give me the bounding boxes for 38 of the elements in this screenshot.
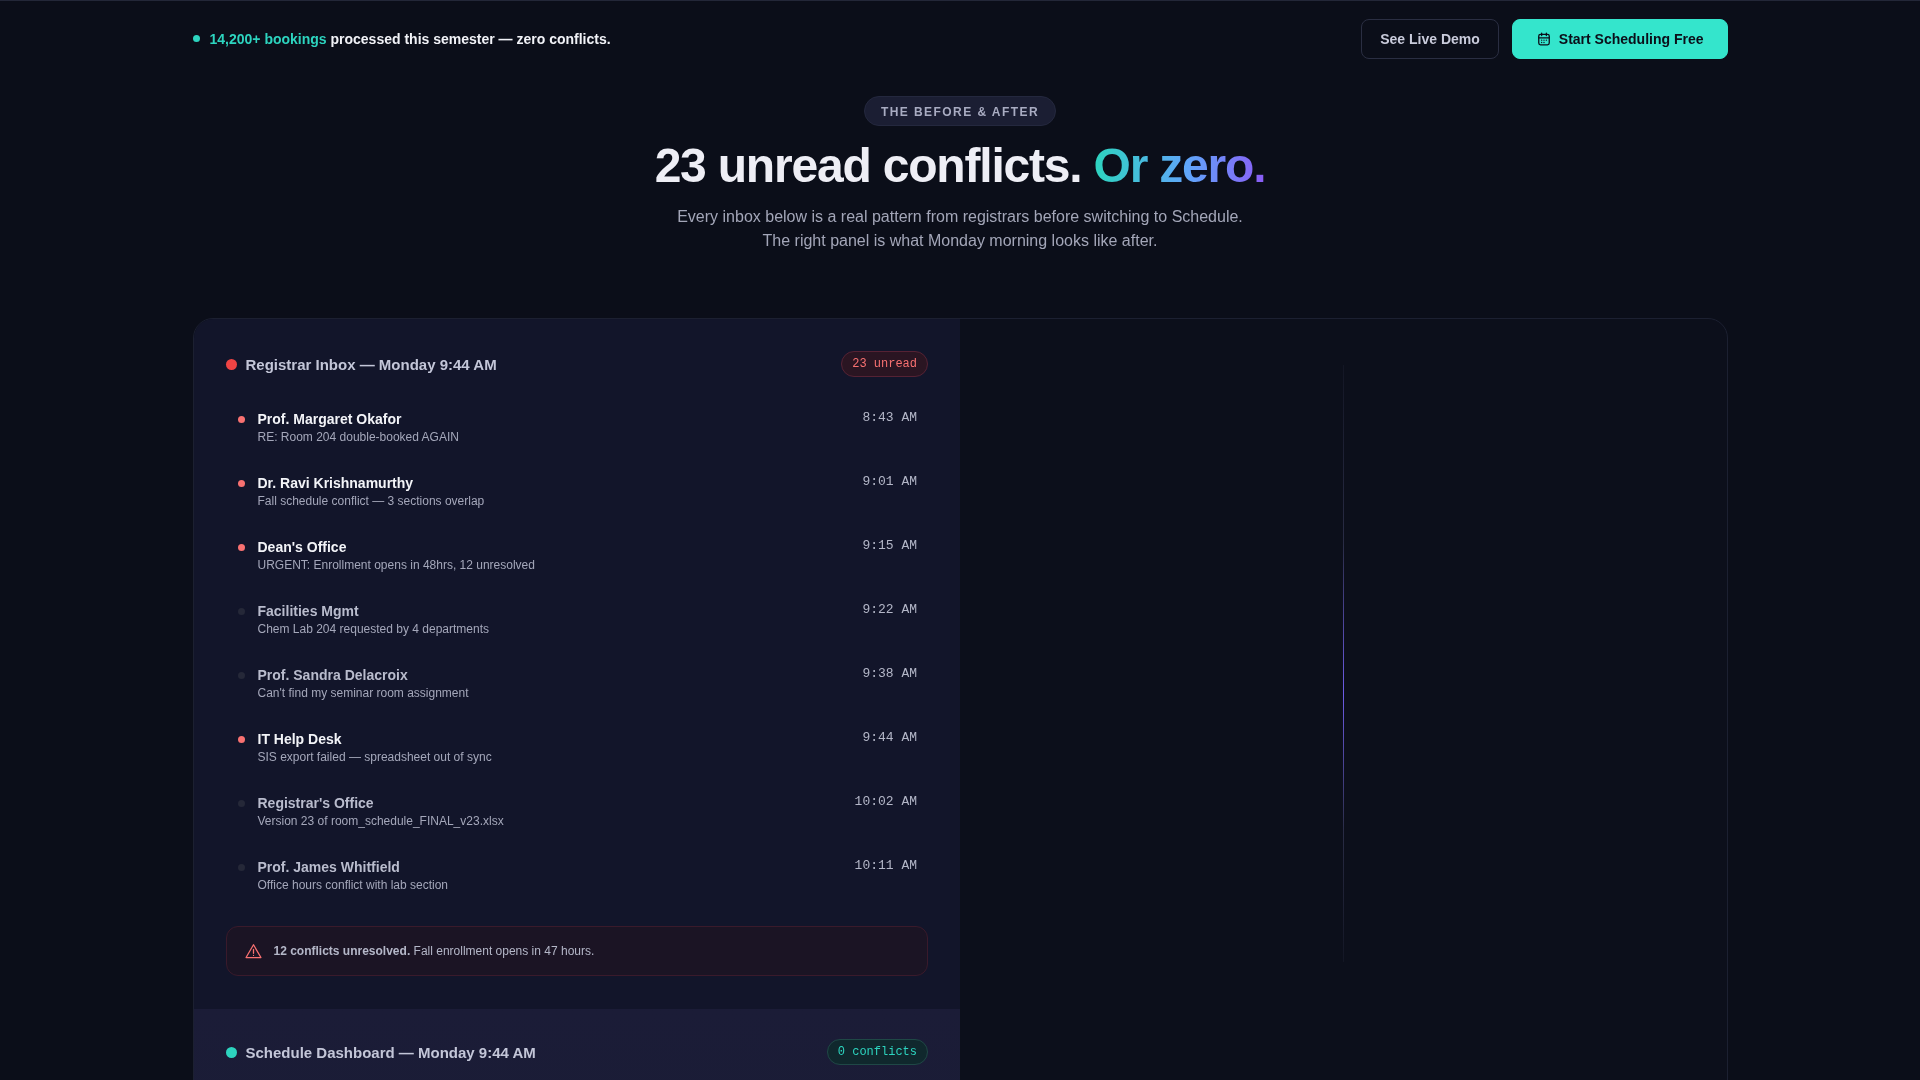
message-subject: SIS export failed — spreadsheet out of sync	[257, 749, 493, 765]
sender-name: Prof. James Whitfield	[257, 858, 401, 876]
message-subject: Version 23 of room_schedule_FINAL_v23.xlsx	[257, 813, 505, 829]
announcement-text: 14,200+ bookings processed this semester — zero conflicts.	[209, 30, 611, 47]
message-time: 9:44 AM	[862, 730, 917, 747]
sender-name: Dean's Office	[257, 538, 348, 556]
count-badge: 23 unread	[841, 351, 928, 377]
sender-name: Prof. Sandra Delacroix	[257, 666, 409, 684]
panel-title: Schedule Dashboard — Monday 9:44 AM	[245, 1043, 536, 1061]
start-button[interactable]: Start Scheduling Free	[1511, 18, 1728, 59]
message-time: 8:43 AM	[862, 410, 917, 427]
panel-title: Registrar Inbox — Monday 9:44 AM	[245, 355, 497, 373]
warning-icon	[244, 942, 262, 960]
message-time: 9:22 AM	[862, 602, 917, 619]
message-time: 10:11 AM	[854, 858, 917, 875]
demo-button[interactable]: See Live Demo	[1361, 18, 1499, 59]
message-time: 10:02 AM	[854, 794, 917, 811]
headline: 23 unread conflicts. Or zero.	[653, 138, 1267, 193]
message-time: 9:15 AM	[862, 538, 917, 555]
message-time: 9:38 AM	[862, 666, 917, 683]
message-subject: URGENT: Enrollment opens in 48hrs, 12 unresolved	[257, 557, 536, 573]
count-badge: 0 conflicts	[826, 1039, 928, 1065]
sender-name: IT Help Desk	[257, 730, 343, 748]
calendar-icon	[1536, 31, 1551, 46]
sender-name: Registrar's Office	[257, 794, 375, 812]
sender-name: Facilities Mgmt	[257, 602, 360, 620]
sender-name: Prof. Margaret Okafor	[257, 410, 403, 428]
message-subject: Chem Lab 204 requested by 4 departments	[257, 621, 490, 637]
message-subject: Fall schedule conflict — 3 sections overlap	[257, 493, 486, 509]
status-dot-icon	[192, 35, 200, 42]
sender-name: Dr. Ravi Krishnamurthy	[257, 474, 415, 492]
message-subject: RE: Room 204 double-booked AGAIN	[257, 429, 460, 445]
message-subject: Office hours conflict with lab section	[257, 877, 450, 893]
message-time: 9:01 AM	[862, 474, 917, 491]
section-tag: THE BEFORE & AFTER	[863, 96, 1057, 126]
message-subject: Can't find my seminar room assignment	[257, 685, 470, 701]
subtitle-text: Every inbox below is a real pattern from registrars before switching to Schedule. The right panel is what Monday morning looks like after.	[676, 207, 1244, 251]
alert-text: 12 conflicts unresolved. Fall enrollment opens in 47 hours.	[273, 944, 595, 958]
